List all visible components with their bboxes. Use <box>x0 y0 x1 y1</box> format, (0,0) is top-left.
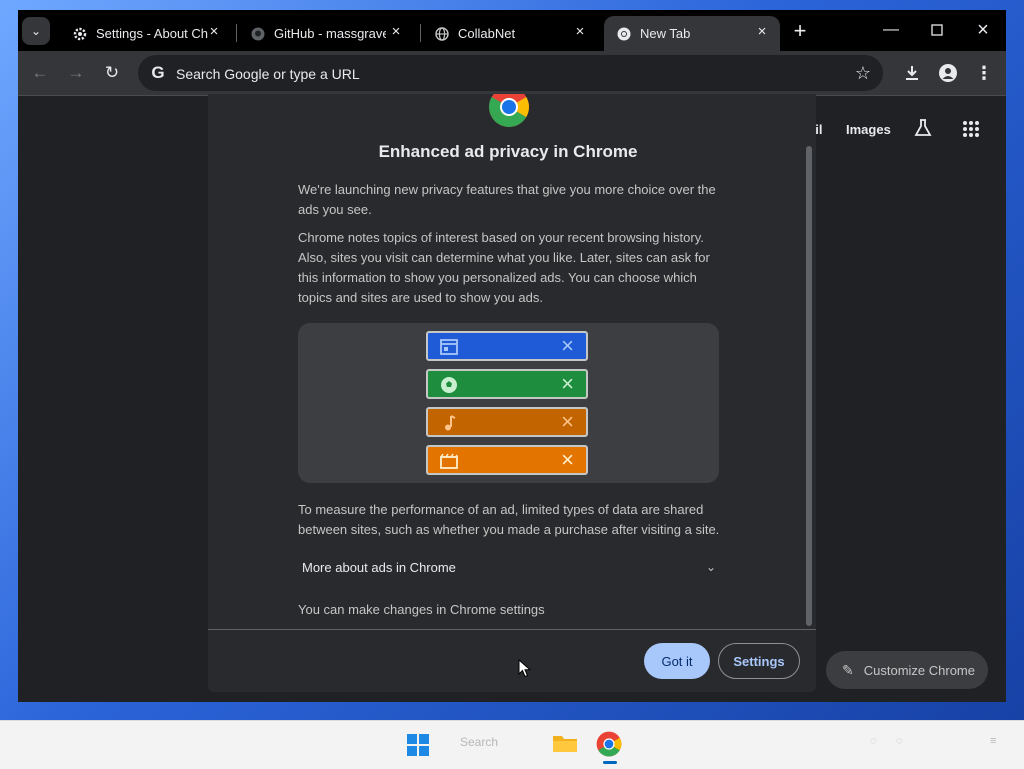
omnibox[interactable]: G ☆ <box>138 55 883 93</box>
reload-icon: ↻ <box>104 63 120 82</box>
mouse-cursor-icon <box>518 659 532 678</box>
chevron-down-icon: ⌄ <box>705 560 716 574</box>
tray-volume-icon[interactable]: ◌ <box>896 735 903 747</box>
apps-grid-icon[interactable] <box>962 120 980 143</box>
tab-collabnet[interactable]: CollabNet × <box>422 16 598 51</box>
tab-strip: ⌄ Settings - About Chrome × GitHub - mas… <box>18 10 1006 51</box>
dialog-title: Enhanced ad privacy in Chrome <box>378 142 638 161</box>
close-icon[interactable]: × <box>388 24 404 40</box>
close-icon: × <box>561 447 574 472</box>
tab-divider <box>236 24 237 42</box>
dialog-paragraph-3: To measure the performance of an ad, lim… <box>298 502 720 537</box>
tab-github[interactable]: GitHub - massgravel × <box>238 16 414 51</box>
got-it-button[interactable]: Got it <box>644 643 710 679</box>
file-explorer-button[interactable] <box>552 731 580 759</box>
omnibox-input[interactable] <box>174 55 778 93</box>
clapperboard-icon <box>440 453 458 469</box>
images-link[interactable]: Images <box>846 122 891 137</box>
topic-chip: × <box>426 331 588 361</box>
minimize-button[interactable]: — <box>879 20 903 40</box>
tab-search-button[interactable]: ⌄ <box>22 17 50 45</box>
profile-button[interactable] <box>936 61 960 85</box>
taskbar-search[interactable]: Search <box>460 735 498 749</box>
settings-note: You can make changes in Chrome settings <box>298 602 545 617</box>
start-button[interactable] <box>404 731 432 759</box>
close-icon: × <box>561 409 574 434</box>
forward-button[interactable]: → <box>64 61 88 85</box>
close-icon[interactable]: × <box>572 24 588 40</box>
windows-logo-icon <box>407 734 429 756</box>
menu-button[interactable]: ⋮ <box>972 61 996 85</box>
chrome-icon <box>616 26 632 42</box>
tab-title: CollabNet <box>458 26 516 41</box>
gear-icon <box>72 26 88 42</box>
soccer-ball-icon <box>441 377 457 393</box>
reload-button[interactable]: ↻ <box>100 61 124 85</box>
tray-network-icon[interactable]: ◌ <box>870 735 877 747</box>
ad-topics-illustration: × × × × <box>298 323 719 483</box>
close-icon[interactable]: × <box>754 24 770 40</box>
notification-icon[interactable]: ≡ <box>990 735 996 747</box>
settings-button[interactable]: Settings <box>718 643 800 679</box>
topic-chip: × <box>426 369 588 399</box>
labs-flask-icon[interactable] <box>913 118 933 143</box>
pencil-icon: ✎ <box>842 661 854 678</box>
tab-new-tab[interactable]: New Tab × <box>604 16 780 51</box>
chevron-down-icon: ⌄ <box>30 24 42 38</box>
maximize-icon <box>931 24 943 36</box>
toolbar: ← → ↻ G ☆ ⋮ <box>18 51 1006 96</box>
more-about-ads-expander[interactable]: More about ads in Chrome ⌄ <box>302 560 722 575</box>
avatar-icon <box>939 64 957 82</box>
close-icon[interactable]: × <box>206 24 222 40</box>
customize-label: Customize Chrome <box>863 662 975 678</box>
chrome-window: ⌄ Settings - About Chrome × GitHub - mas… <box>18 10 1006 702</box>
close-icon: × <box>977 19 989 41</box>
minimize-icon: — <box>883 21 899 38</box>
chrome-taskbar-button[interactable] <box>596 731 624 764</box>
tab-title: GitHub - massgravel <box>274 26 386 41</box>
close-window-button[interactable]: × <box>971 20 995 40</box>
tab-title: Settings - About Chrome <box>96 26 208 41</box>
bookmark-star-icon[interactable]: ☆ <box>855 63 871 83</box>
browser-window-icon <box>440 339 458 355</box>
downloads-button[interactable] <box>900 61 924 85</box>
more-vert-icon: ⋮ <box>975 62 993 83</box>
arrow-right-icon: → <box>67 63 85 82</box>
folder-icon <box>553 736 577 752</box>
footer-divider <box>208 629 816 630</box>
ad-privacy-dialog: Enhanced ad privacy in Chrome We're laun… <box>208 94 816 692</box>
back-button[interactable]: ← <box>28 61 52 85</box>
google-g-icon: G <box>151 63 165 82</box>
close-icon: × <box>561 333 574 358</box>
topic-chip: × <box>426 407 588 437</box>
music-note-icon <box>445 415 456 431</box>
download-icon <box>906 66 918 80</box>
plus-icon: + <box>793 18 807 43</box>
tab-title: New Tab <box>640 26 691 41</box>
topic-chip: × <box>426 445 588 475</box>
windows-taskbar: Search ◌ ◌ ≡ <box>0 720 1024 769</box>
chrome-logo-icon <box>489 94 529 127</box>
arrow-left-icon: ← <box>31 63 49 82</box>
chrome-icon <box>596 731 622 757</box>
more-about-ads-label: More about ads in Chrome <box>302 560 456 575</box>
maximize-button[interactable] <box>925 20 949 40</box>
dialog-paragraph-1: We're launching new privacy features tha… <box>298 182 716 217</box>
dialog-scrollbar[interactable] <box>806 146 812 626</box>
globe-icon <box>434 26 450 42</box>
close-icon: × <box>561 371 574 396</box>
tab-divider <box>420 24 421 42</box>
active-indicator <box>603 761 617 764</box>
github-icon <box>250 26 266 42</box>
dialog-paragraph-2: Chrome notes topics of interest based on… <box>298 230 710 305</box>
customize-chrome-button[interactable]: ✎ Customize Chrome <box>826 651 988 689</box>
new-tab-button[interactable]: + <box>788 20 812 44</box>
tab-settings[interactable]: Settings - About Chrome × <box>60 16 232 51</box>
